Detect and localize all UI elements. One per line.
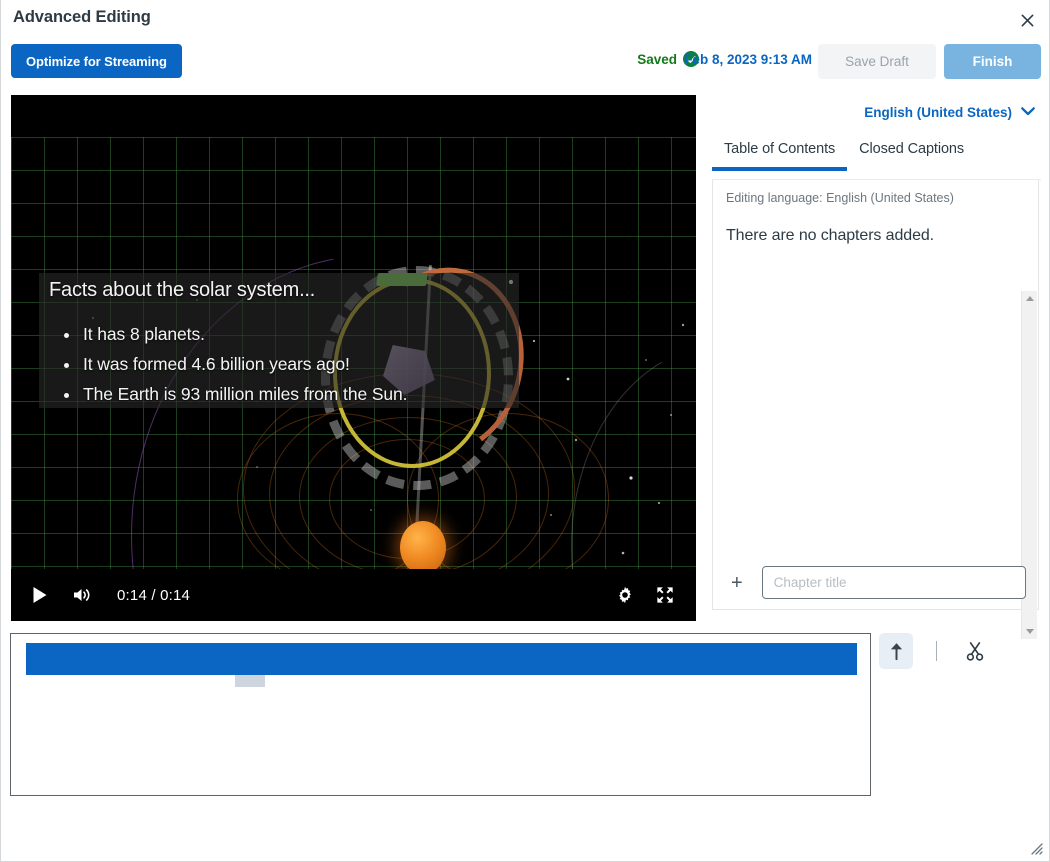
- planet: [400, 521, 446, 574]
- play-icon[interactable]: [23, 578, 57, 612]
- page-title: Advanced Editing: [13, 8, 151, 26]
- upload-arrow-icon[interactable]: [879, 633, 913, 669]
- language-label: English (United States): [864, 104, 1012, 120]
- titlebar: Advanced Editing: [1, 0, 1050, 39]
- timeline-marker[interactable]: [235, 675, 265, 687]
- save-draft-button[interactable]: Save Draft: [818, 44, 936, 79]
- caption-title: Facts about the solar system...: [49, 279, 316, 301]
- tab-closed-captions[interactable]: Closed Captions: [847, 141, 976, 171]
- triangle-up-icon[interactable]: [1022, 291, 1037, 306]
- panel-tabs: Table of Contents Closed Captions: [712, 141, 976, 171]
- finish-button[interactable]: Finish: [944, 44, 1041, 79]
- saved-label: Saved: [637, 51, 677, 67]
- player-controls: 0:14 / 0:14: [11, 569, 696, 621]
- fullscreen-icon[interactable]: [648, 578, 682, 612]
- timeline-toolbar: [879, 633, 990, 669]
- caption-bullet-list: It has 8 planets. It was formed 4.6 bill…: [61, 319, 408, 409]
- chapter-title-input[interactable]: [761, 566, 1026, 599]
- plus-icon[interactable]: +: [726, 572, 748, 594]
- caption-bullet: It was formed 4.6 billion years ago!: [81, 349, 407, 379]
- action-bar: Optimize for Streaming Saved Feb 8, 2023…: [1, 39, 1050, 94]
- table-of-contents-panel: Editing language: English (United States…: [712, 180, 1039, 639]
- empty-chapters-message: There are no chapters added.: [726, 227, 935, 244]
- volume-icon[interactable]: [65, 578, 99, 612]
- tab-table-of-contents[interactable]: Table of Contents: [712, 141, 848, 171]
- close-icon[interactable]: [1013, 8, 1041, 32]
- time-display: 0:14 / 0:14: [117, 586, 191, 604]
- caption-bullet: It has 8 planets.: [81, 319, 407, 349]
- video-player[interactable]: Facts about the solar system... It has 8…: [11, 95, 696, 621]
- timeline-editor[interactable]: [10, 633, 871, 796]
- version-date-label: Feb 8, 2023 9:13 AM: [684, 51, 812, 67]
- language-dropdown[interactable]: English (United States): [864, 103, 1035, 121]
- resize-grip-icon[interactable]: [1027, 839, 1043, 855]
- scissors-icon[interactable]: [960, 636, 990, 666]
- triangle-down-icon[interactable]: [1022, 624, 1037, 639]
- chevron-down-icon: [1021, 103, 1035, 121]
- version-date-dropdown[interactable]: Feb 8, 2023 9:13 AM: [684, 50, 833, 68]
- caption-bullet: The Earth is 93 million miles from the S…: [81, 379, 408, 409]
- gear-icon[interactable]: [608, 578, 642, 612]
- advanced-editing-dialog: Advanced Editing Optimize for Streaming …: [0, 0, 1050, 862]
- toolbar-divider: [936, 641, 937, 661]
- video-canvas: Facts about the solar system... It has 8…: [11, 95, 696, 621]
- editing-language-label: Editing language: English (United States…: [726, 191, 954, 205]
- add-chapter-row: +: [726, 566, 1026, 599]
- timeline-clip[interactable]: [26, 643, 857, 675]
- optimize-for-streaming-button[interactable]: Optimize for Streaming: [11, 44, 182, 78]
- player-controls-right: [608, 578, 682, 612]
